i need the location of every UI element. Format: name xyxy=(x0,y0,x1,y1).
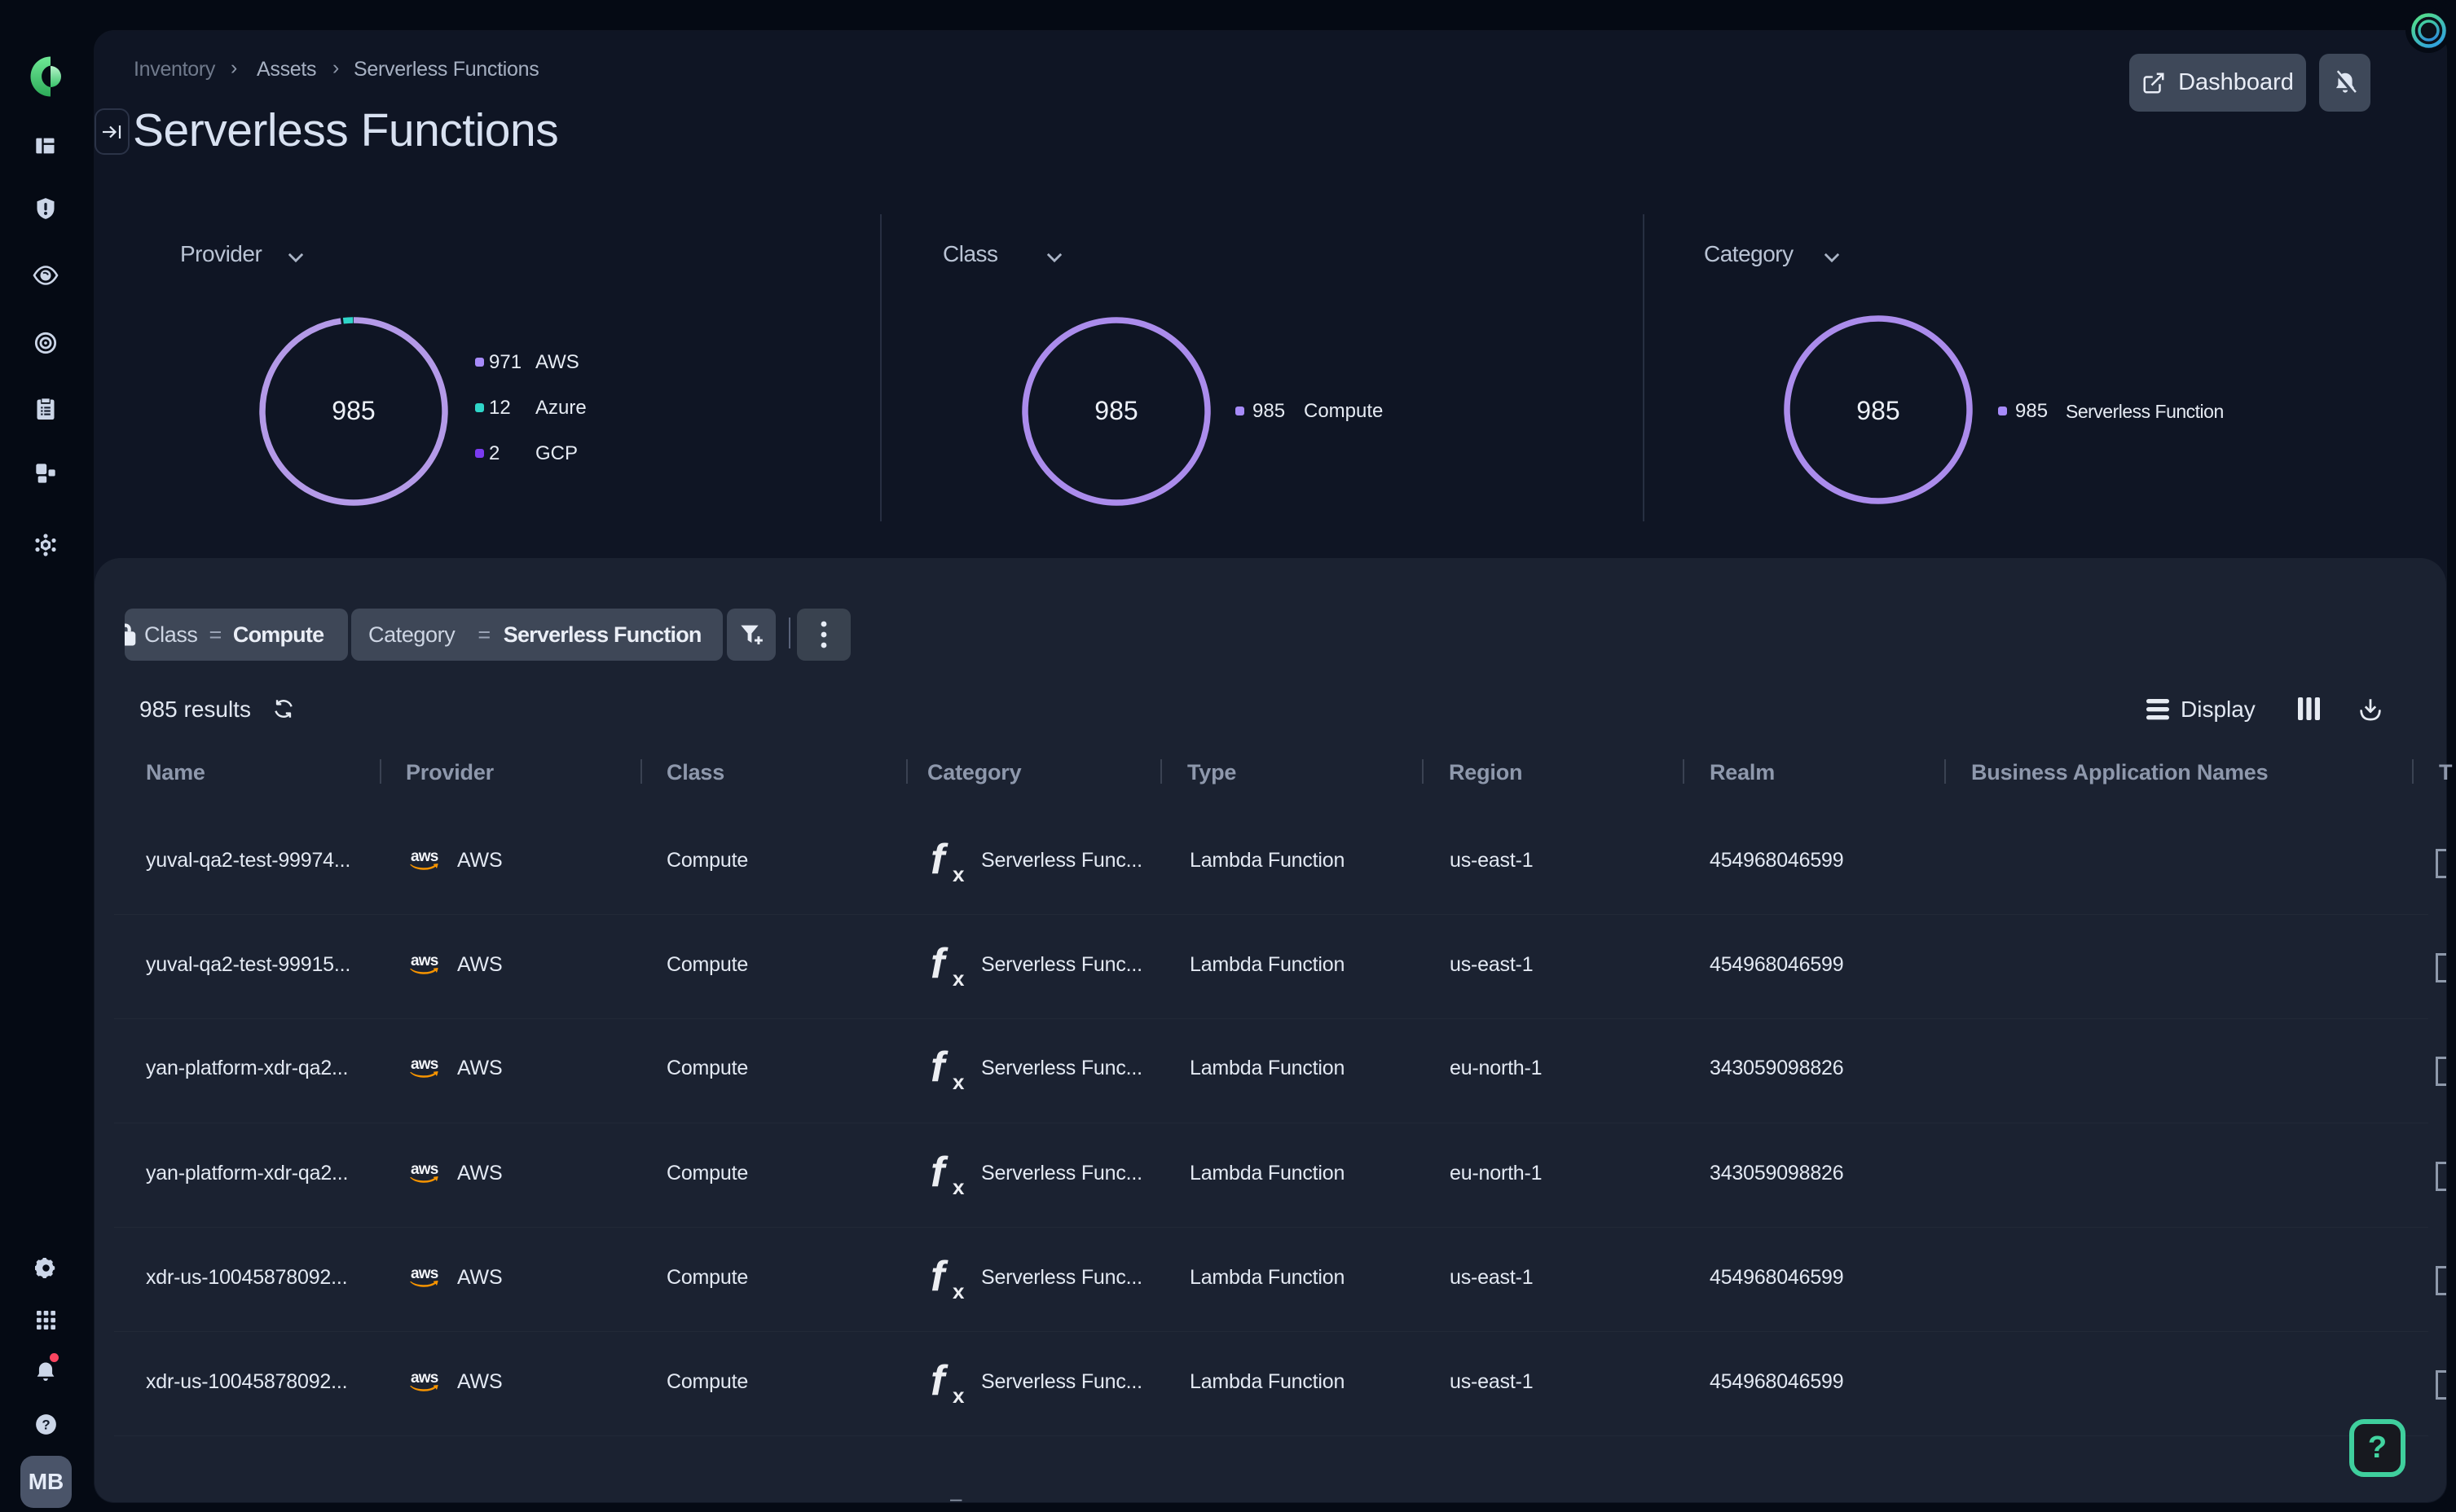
svg-text:?: ? xyxy=(42,1417,50,1432)
